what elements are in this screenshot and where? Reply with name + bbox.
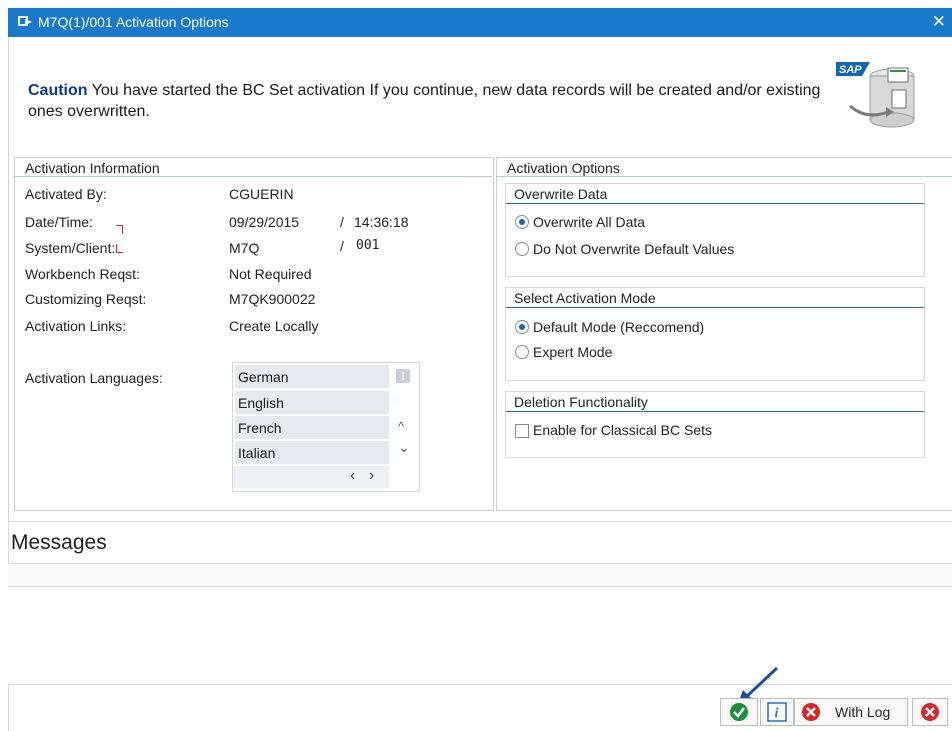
list-item[interactable]: German (235, 365, 389, 389)
with-log-button[interactable]: With Log (794, 698, 908, 726)
caution-message: Caution You have started the BC Set acti… (28, 80, 828, 122)
list-item[interactable]: French (235, 416, 389, 440)
languages-list[interactable]: German English French Italian ^ ⌄ ‹ › (232, 362, 420, 492)
list-item[interactable]: English (235, 391, 389, 415)
workbench-request-value: Not Required (229, 266, 312, 282)
default-mode-radio[interactable] (515, 320, 529, 334)
caution-label: Caution (28, 82, 88, 99)
info-icon: i (767, 702, 787, 722)
sap-bc-set-logo: SAP (836, 62, 915, 128)
workbench-request-label: Workbench Reqst: (25, 266, 140, 282)
section-underline (506, 307, 924, 308)
group-divider (14, 176, 492, 177)
divider (8, 684, 952, 685)
field-marker (116, 244, 123, 253)
activation-links-value: Create Locally (229, 318, 319, 334)
section-underline (506, 411, 924, 412)
default-mode-label[interactable]: Default Mode (Reccomend) (533, 319, 704, 335)
scroll-up-icon[interactable]: ^ (398, 419, 404, 434)
section-underline (506, 203, 924, 204)
deletion-functionality-group: Deletion Functionality Enable for Classi… (505, 391, 925, 458)
messages-list (8, 587, 952, 684)
horizontal-scrollbar[interactable] (233, 466, 389, 488)
do-not-overwrite-label[interactable]: Do Not Overwrite Default Values (533, 241, 734, 257)
close-icon[interactable]: ✕ (932, 12, 946, 32)
language-english: English (238, 395, 284, 411)
field-marker (116, 225, 123, 234)
customizing-request-value: M7QK900022 (229, 291, 316, 307)
activation-mode-title: Select Activation Mode (514, 290, 656, 306)
classical-bc-sets-checkbox[interactable] (515, 424, 529, 438)
group-divider (496, 176, 952, 177)
date-time-label: Date/Time: (25, 214, 93, 230)
overwrite-all-label[interactable]: Overwrite All Data (533, 214, 645, 230)
cancel-icon (802, 703, 820, 721)
do-not-overwrite-radio[interactable] (515, 242, 529, 256)
messages-title: Messages (11, 531, 107, 554)
cancel-icon (921, 703, 939, 721)
activation-links-label: Activation Links: (25, 318, 127, 334)
customizing-request-label: Customizing Reqst: (25, 291, 147, 307)
activated-by-label: Activated By: (25, 186, 107, 202)
title-bar: M7Q(1)/001 Activation Options ✕ (8, 8, 952, 37)
language-german: German (238, 369, 289, 385)
language-french: French (238, 420, 282, 436)
activation-languages-label: Activation Languages: (25, 370, 163, 386)
activation-options-title: Activation Options (507, 160, 620, 176)
divider (8, 521, 952, 522)
scroll-right-icon[interactable]: › (369, 467, 374, 485)
scroll-down-icon[interactable]: ⌄ (398, 439, 410, 456)
system-client-label: System/Client: (25, 240, 116, 256)
info-glyph: i (775, 706, 779, 721)
with-log-label: With Log (835, 704, 891, 720)
column-settings-icon[interactable] (396, 369, 410, 383)
language-italian: Italian (238, 445, 276, 461)
expert-mode-radio[interactable] (515, 345, 529, 359)
list-item[interactable]: Italian (235, 441, 389, 465)
activation-mode-group: Select Activation Mode Default Mode (Rec… (505, 287, 925, 381)
window-icon (18, 16, 32, 26)
overwrite-data-title: Overwrite Data (514, 186, 608, 202)
checkmark-icon (730, 703, 748, 721)
date-time-separator: / (340, 214, 344, 230)
caution-text: You have started the BC Set activation I… (28, 82, 821, 120)
system-client-separator: / (340, 238, 344, 254)
messages-header-row (8, 564, 952, 586)
system-value: M7Q (229, 240, 260, 256)
window-title: M7Q(1)/001 Activation Options (38, 14, 229, 30)
overwrite-data-group: Overwrite Data Overwrite All Data Do Not… (505, 183, 925, 277)
activation-information-title: Activation Information (25, 160, 160, 176)
deletion-functionality-title: Deletion Functionality (514, 394, 648, 410)
overwrite-all-radio[interactable] (515, 215, 529, 229)
confirm-button[interactable] (720, 698, 758, 726)
date-value: 09/29/2015 (229, 214, 300, 230)
sap-logo-text: SAP (839, 64, 862, 76)
info-button[interactable]: i (760, 698, 794, 726)
expert-mode-label[interactable]: Expert Mode (533, 344, 612, 360)
activated-by-value: CGUERIN (229, 186, 294, 202)
client-value: 001 (356, 238, 380, 253)
time-value: 14:36:18 (354, 214, 409, 230)
cancel-button[interactable] (912, 698, 948, 726)
scroll-left-icon[interactable]: ‹ (350, 467, 355, 485)
classical-bc-sets-label[interactable]: Enable for Classical BC Sets (533, 422, 712, 438)
